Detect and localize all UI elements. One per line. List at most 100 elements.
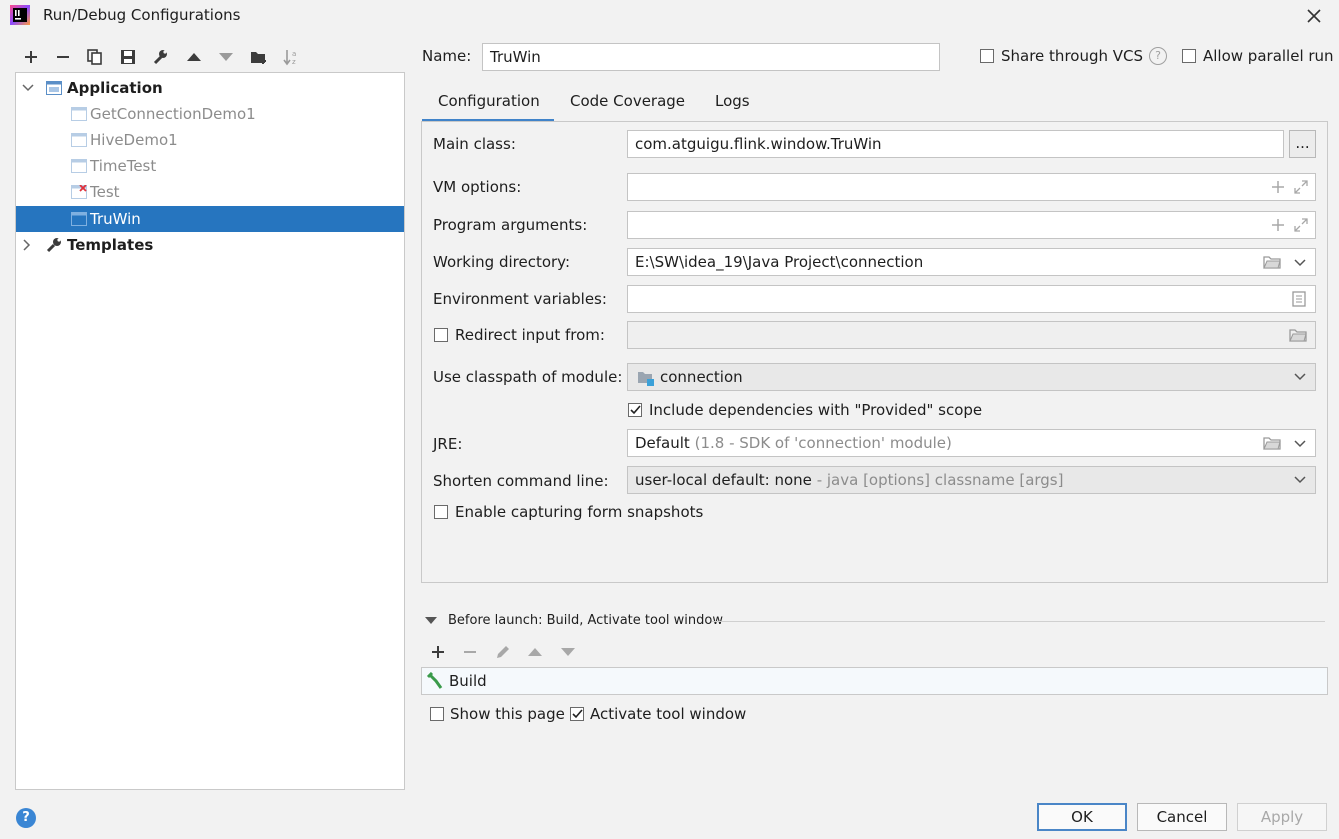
jre-value: Default (1.8 - SDK of 'connection' modul… xyxy=(635,434,952,452)
apply-button[interactable]: Apply xyxy=(1237,803,1327,831)
browse-main-class-button[interactable]: ... xyxy=(1289,130,1316,158)
edit-task-button[interactable] xyxy=(492,641,514,663)
chevron-down-icon xyxy=(1294,476,1306,484)
classpath-module-value: connection xyxy=(660,368,743,386)
remove-task-button[interactable] xyxy=(459,641,481,663)
folder-icon xyxy=(1289,329,1307,342)
cancel-button[interactable]: Cancel xyxy=(1137,803,1227,831)
allow-parallel-checkbox[interactable] xyxy=(1182,49,1196,63)
remove-icon xyxy=(464,651,476,653)
list-item[interactable]: Build xyxy=(422,668,1327,694)
remove-icon xyxy=(57,56,69,58)
edit-templates-button[interactable] xyxy=(149,46,171,68)
hammer-icon xyxy=(426,672,443,689)
include-deps-checkbox[interactable] xyxy=(628,403,642,417)
sort-button[interactable]: az xyxy=(281,46,303,68)
share-vcs-help-icon[interactable]: ? xyxy=(1149,47,1167,65)
add-button[interactable] xyxy=(20,46,42,68)
svg-text:a: a xyxy=(292,50,296,58)
new-folder-icon xyxy=(251,52,266,64)
application-config-icon xyxy=(71,107,87,121)
tab-configuration[interactable]: Configuration xyxy=(422,88,554,122)
ok-button[interactable]: OK xyxy=(1037,803,1127,831)
main-class-value: com.atguigu.flink.window.TruWin xyxy=(635,135,882,153)
checkmark-icon xyxy=(630,405,641,415)
browse-jre-button[interactable] xyxy=(1262,434,1282,452)
title-bar: Run/Debug Configurations xyxy=(0,0,1339,32)
tree-label-templates: Templates xyxy=(67,236,154,254)
main-class-input[interactable]: com.atguigu.flink.window.TruWin xyxy=(627,130,1284,158)
classpath-module-select[interactable]: connection xyxy=(627,363,1316,391)
remove-button[interactable] xyxy=(52,46,74,68)
chevron-down-icon xyxy=(22,84,34,92)
tab-logs[interactable]: Logs xyxy=(715,88,750,122)
move-task-down-button[interactable] xyxy=(557,641,579,663)
sort-az-icon: az xyxy=(283,50,296,66)
snapshots-checkbox[interactable] xyxy=(434,505,448,519)
name-input[interactable]: TruWin xyxy=(482,43,940,71)
vm-options-input[interactable] xyxy=(627,173,1316,201)
move-up-button[interactable] xyxy=(183,46,205,68)
program-args-input[interactable] xyxy=(627,211,1316,239)
configurations-tree[interactable]: Application GetConnectionDemo1 HiveDemo1… xyxy=(15,72,405,790)
move-up-icon xyxy=(528,648,542,656)
copy-button[interactable] xyxy=(84,46,106,68)
show-page-checkbox[interactable] xyxy=(430,707,444,721)
save-button[interactable] xyxy=(117,46,139,68)
browse-file-button[interactable] xyxy=(1288,326,1308,344)
tab-label: Logs xyxy=(715,92,750,110)
share-vcs-checkbox[interactable] xyxy=(980,49,994,63)
expand-add-button[interactable] xyxy=(1268,178,1288,196)
main-class-label: Main class: xyxy=(433,135,516,153)
chevron-right-icon xyxy=(23,239,31,251)
activate-tool-window-checkbox[interactable] xyxy=(570,707,584,721)
jre-label: JRE: xyxy=(433,435,463,453)
application-config-icon xyxy=(71,159,87,173)
program-args-label: Program arguments: xyxy=(433,216,588,234)
shorten-command-select[interactable]: user-local default: none - java [options… xyxy=(627,466,1316,494)
document-icon xyxy=(1292,291,1306,307)
expand-button[interactable] xyxy=(1291,178,1311,196)
intellij-logo-icon xyxy=(10,5,30,25)
tree-item-hivedemo1[interactable]: HiveDemo1 xyxy=(16,127,404,153)
tree-item-label: TruWin xyxy=(90,210,141,228)
tree-item-truwin[interactable]: TruWin xyxy=(16,206,404,232)
window-title: Run/Debug Configurations xyxy=(43,6,241,24)
tree-item-getconnectiondemo1[interactable]: GetConnectionDemo1 xyxy=(16,101,404,127)
chevron-down-icon[interactable] xyxy=(1293,256,1307,270)
move-task-up-button[interactable] xyxy=(524,641,546,663)
new-folder-button[interactable] xyxy=(248,46,270,68)
add-task-button[interactable] xyxy=(427,641,449,663)
help-button[interactable]: ? xyxy=(16,808,36,828)
move-down-button[interactable] xyxy=(215,46,237,68)
edit-env-vars-button[interactable] xyxy=(1289,290,1309,308)
wrench-icon xyxy=(46,238,61,253)
browse-folder-button[interactable] xyxy=(1262,253,1282,271)
redirect-input-field[interactable] xyxy=(627,321,1316,349)
jre-hint-text: (1.8 - SDK of 'connection' module) xyxy=(694,434,952,452)
working-dir-input[interactable]: E:\SW\idea_19\Java Project\connection xyxy=(627,248,1316,276)
module-folder-icon xyxy=(638,372,654,386)
working-dir-value: E:\SW\idea_19\Java Project\connection xyxy=(635,253,924,271)
tree-item-timetest[interactable]: TimeTest xyxy=(16,153,404,179)
jre-input[interactable]: Default (1.8 - SDK of 'connection' modul… xyxy=(627,429,1316,457)
redirect-input-checkbox[interactable] xyxy=(434,328,448,342)
tab-code-coverage[interactable]: Code Coverage xyxy=(570,88,685,122)
include-deps-label: Include dependencies with "Provided" sco… xyxy=(649,401,983,419)
chevron-down-icon[interactable] xyxy=(1293,437,1307,451)
copy-icon xyxy=(87,49,102,65)
folder-icon xyxy=(1263,256,1281,269)
tree-item-label: HiveDemo1 xyxy=(90,131,178,149)
show-page-label: Show this page xyxy=(450,705,565,723)
before-launch-list[interactable]: Build xyxy=(421,667,1328,695)
tree-node-templates[interactable]: Templates xyxy=(16,232,404,258)
move-down-icon xyxy=(561,648,575,656)
close-button[interactable] xyxy=(1301,3,1327,29)
expand-button[interactable] xyxy=(1291,216,1311,234)
expand-add-button[interactable] xyxy=(1268,216,1288,234)
collapse-triangle-icon[interactable] xyxy=(425,617,437,625)
tree-item-test[interactable]: Test xyxy=(16,179,404,205)
tree-node-application[interactable]: Application xyxy=(16,75,404,101)
env-vars-input[interactable] xyxy=(627,285,1316,313)
plus-icon xyxy=(1272,219,1284,231)
